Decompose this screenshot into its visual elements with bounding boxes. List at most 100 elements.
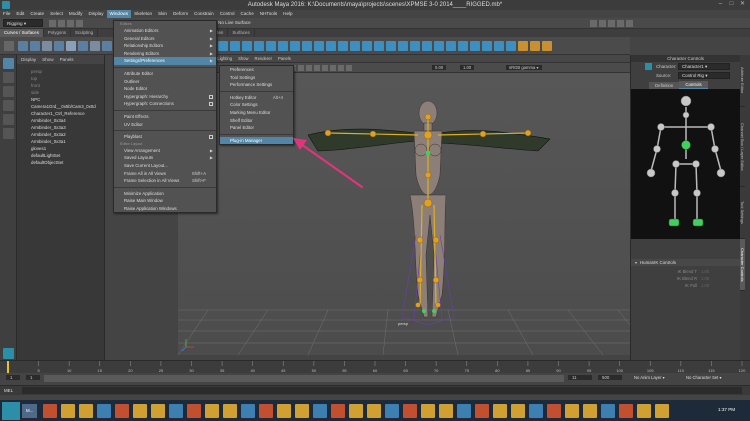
taskbar-app-icon[interactable] — [493, 403, 508, 418]
taskbar-app-icon[interactable] — [421, 403, 436, 418]
source-select[interactable]: Control Rig ▾ — [678, 72, 730, 79]
taskbar-app-icon[interactable] — [403, 403, 418, 418]
hik-figure[interactable] — [631, 89, 741, 239]
range-end-field[interactable]: 11 — [568, 375, 592, 380]
taskbar-app-icon[interactable] — [547, 403, 562, 418]
move-tool-icon[interactable] — [3, 100, 14, 111]
menu-create[interactable]: Create — [27, 10, 47, 18]
start-button[interactable] — [2, 401, 20, 420]
menu-file[interactable]: File — [0, 10, 13, 18]
mel-label[interactable]: MEL — [4, 388, 13, 393]
menu-item[interactable]: UV Editor — [114, 121, 216, 129]
menu-nhtools[interactable]: NHTools — [257, 10, 280, 18]
menu-item[interactable]: Hypergraph: Connections — [114, 100, 216, 108]
taskbar-app-icon[interactable] — [367, 403, 382, 418]
live-surface-label[interactable]: No Live Surface — [218, 20, 251, 25]
taskbar-app-icon[interactable] — [457, 403, 472, 418]
rotate-tool-icon[interactable] — [3, 114, 14, 125]
taskbar-app-icon[interactable] — [385, 403, 400, 418]
taskbar-app-icon[interactable] — [43, 403, 58, 418]
taskbar-app-icon[interactable] — [259, 403, 274, 418]
taskbar-app-icon[interactable] — [169, 403, 184, 418]
option-box-icon[interactable] — [209, 102, 213, 107]
menu-item[interactable]: Saved Layouts ▶ — [114, 154, 216, 162]
menu-item[interactable]: Marking Menu Editor — [220, 109, 293, 117]
range-end-field-2[interactable]: 500 — [598, 375, 622, 380]
menu-item[interactable]: Hypergraph: Hierarchy — [114, 93, 216, 101]
menu-item[interactable]: Frame All in All Views Shift+A — [114, 170, 216, 178]
select-tool-icon[interactable] — [3, 58, 14, 69]
menu-item[interactable]: Outliner — [114, 78, 216, 86]
menu-item[interactable]: General Editors ▶ — [114, 35, 216, 43]
outliner-item[interactable]: Character1_Ctrl_Reference — [17, 110, 104, 117]
outliner-item[interactable]: front — [17, 82, 104, 89]
shelf-tab[interactable]: Surfaces — [228, 29, 255, 37]
outliner-item[interactable]: defaultLightSet — [17, 152, 104, 159]
taskbar-app-icon[interactable] — [511, 403, 526, 418]
menu-item[interactable]: Color Settings — [220, 101, 293, 109]
taskbar-app-icon[interactable] — [115, 403, 130, 418]
outliner-item[interactable]: Armbinder_0x3a4 — [17, 117, 104, 124]
menu-modify[interactable]: Modify — [66, 10, 86, 18]
taskbar-app-icon[interactable] — [475, 403, 490, 418]
shelf-tab[interactable]: Sculpting — [71, 29, 99, 37]
menu-item[interactable]: View Arrangement ▶ — [114, 147, 216, 155]
taskbar-app-icon[interactable] — [313, 403, 328, 418]
right-tab[interactable]: Character Controls — [740, 239, 745, 291]
taskbar-app-icon[interactable] — [223, 403, 238, 418]
taskbar-app-icon[interactable] — [655, 403, 670, 418]
taskbar-app-icon[interactable] — [637, 403, 652, 418]
maximize-icon[interactable]: □ — [727, 1, 736, 8]
menu-item[interactable]: Shelf Editor — [220, 117, 293, 125]
menu-item[interactable]: Hotkey Editor Alt+4 — [220, 94, 293, 102]
hik-controls-section[interactable]: HumanIK Controls — [640, 260, 676, 265]
menu-item[interactable]: Animation Editors ▶ — [114, 27, 216, 35]
close-icon[interactable]: ✕ — [738, 1, 747, 8]
shelf-gear-icon[interactable] — [4, 40, 14, 51]
menu-item[interactable]: Panel Editor — [220, 124, 293, 132]
lasso-tool-icon[interactable] — [3, 72, 14, 83]
option-box-icon[interactable] — [209, 135, 213, 140]
taskbar-app-icon[interactable] — [295, 403, 310, 418]
minimize-icon[interactable]: – — [716, 1, 725, 8]
range-bar[interactable] — [44, 375, 564, 382]
taskbar-app-icon[interactable] — [205, 403, 220, 418]
menu-select[interactable]: Select — [47, 10, 66, 18]
menu-item[interactable]: Paint Effects — [114, 113, 216, 121]
taskbar-app-icon[interactable] — [277, 403, 292, 418]
outliner-menu-item[interactable]: Show — [42, 55, 54, 64]
menu-item[interactable]: Raise Application Windows — [114, 205, 216, 213]
outliner-item[interactable]: Armbinder_0x3a1 — [17, 138, 104, 145]
right-tab[interactable]: Attribute Editor — [740, 55, 745, 107]
taskbar-app-icon[interactable] — [619, 403, 634, 418]
outliner-item[interactable]: Armbinder_0x3a2 — [17, 131, 104, 138]
character-set-select[interactable]: No Character Set ▾ — [686, 375, 722, 380]
taskbar-app-icon[interactable] — [187, 403, 202, 418]
taskbar-app-icon[interactable] — [601, 403, 616, 418]
command-input[interactable] — [22, 387, 742, 394]
taskbar-app-icon[interactable] — [133, 403, 148, 418]
outliner-item[interactable]: top — [17, 75, 104, 82]
outliner-item[interactable]: Camera1Grd__0x5b/Cam3_0x0d — [17, 103, 104, 110]
viewport-menu-panels[interactable]: Panels — [275, 55, 294, 63]
collapse-icon[interactable]: ▾ — [635, 260, 637, 265]
outliner-menu-item[interactable]: Display — [21, 55, 36, 64]
taskbar-app-icon[interactable] — [439, 403, 454, 418]
menu-item[interactable]: Performance Settings — [220, 81, 293, 89]
menu-help[interactable]: Help — [280, 10, 295, 18]
anim-layer-select[interactable]: No Anim Layer ▾ — [634, 375, 665, 380]
hik-attr-value[interactable]: 1.00 — [701, 268, 709, 275]
viewport-menu-renderer[interactable]: Renderer — [252, 55, 275, 63]
taskbar-app-icon[interactable] — [61, 403, 76, 418]
time-slider[interactable]: 1510152025303540455055606570758085909510… — [0, 360, 750, 374]
outliner-item[interactable]: defaultObjectSet — [17, 159, 104, 166]
taskbar-app-icon[interactable] — [331, 403, 346, 418]
tab-controls[interactable]: Controls — [679, 81, 708, 89]
menu-deform[interactable]: Deform — [170, 10, 191, 18]
menu-item[interactable]: Node Editor — [114, 85, 216, 93]
menu-skeleton[interactable]: Skeleton — [131, 10, 155, 18]
outliner-item[interactable]: gloves1 — [17, 145, 104, 152]
menu-item[interactable]: Minimize Application — [114, 190, 216, 198]
outliner-item[interactable]: persp — [17, 68, 104, 75]
taskbar-app-icon[interactable] — [529, 403, 544, 418]
